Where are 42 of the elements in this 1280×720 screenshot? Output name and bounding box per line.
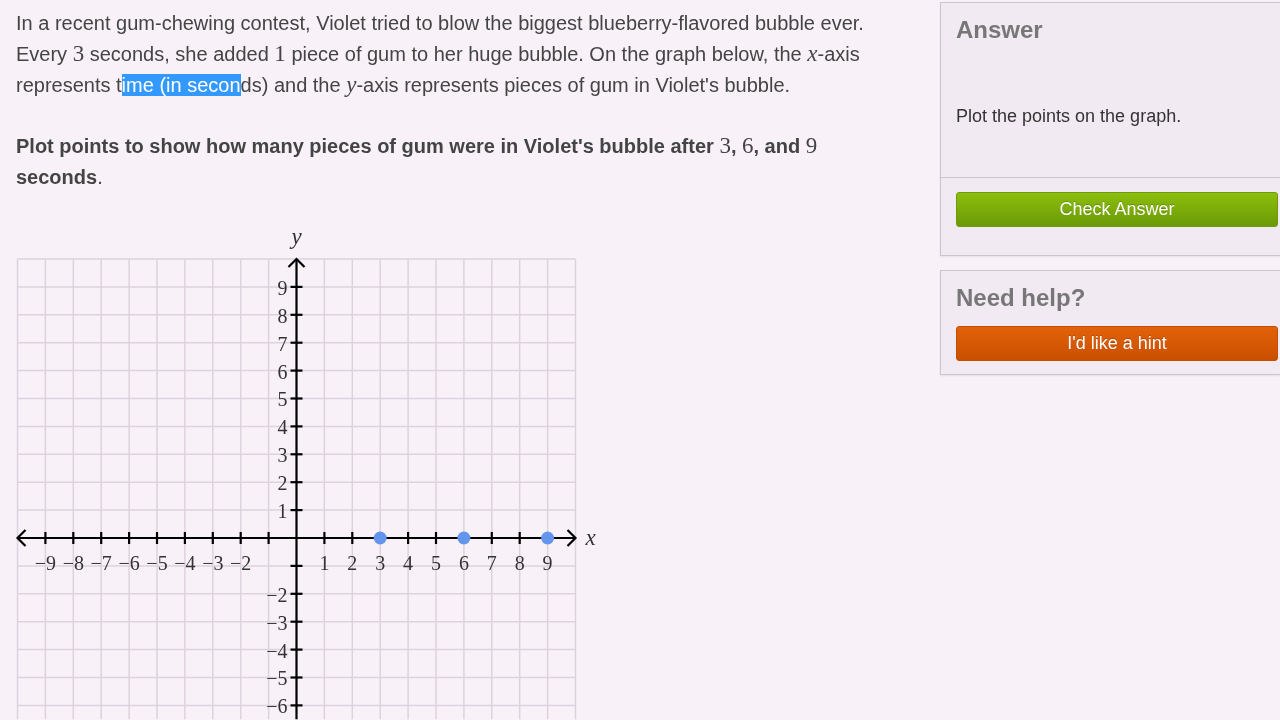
tick-label: −2 bbox=[230, 552, 252, 574]
tick-label: 3 bbox=[277, 444, 288, 467]
tick-label: 8 bbox=[514, 552, 525, 574]
tick-label: −3 bbox=[266, 611, 288, 634]
tick-label: 7 bbox=[486, 552, 497, 574]
tick-label: 3 bbox=[375, 552, 386, 574]
tick-label: 7 bbox=[277, 332, 288, 355]
tick-label: 6 bbox=[277, 360, 288, 383]
tick-label: −8 bbox=[62, 552, 84, 574]
panel-title: Answer bbox=[956, 15, 1044, 45]
tick-label: −6 bbox=[266, 695, 288, 718]
tick-label: 1 bbox=[277, 500, 288, 523]
tick-label: 9 bbox=[542, 552, 553, 574]
tick-label: −3 bbox=[202, 552, 224, 574]
plot-point[interactable] bbox=[541, 531, 555, 545]
tick-label: 2 bbox=[277, 472, 288, 495]
tick-label: −5 bbox=[146, 552, 168, 574]
check-answer-button[interactable]: Check Answer bbox=[956, 192, 1278, 227]
tick-label: 5 bbox=[277, 388, 288, 411]
answer-prompt: Plot the points on the graph. bbox=[956, 105, 1183, 128]
axis-label: x bbox=[585, 525, 596, 551]
tick-label: 8 bbox=[277, 304, 288, 327]
tick-label: 5 bbox=[431, 552, 441, 574]
tick-label: 4 bbox=[403, 552, 414, 574]
tick-label: −5 bbox=[266, 667, 288, 690]
panel-title: Need help? bbox=[956, 283, 1087, 313]
plot-point[interactable] bbox=[373, 531, 387, 545]
tick-label: −4 bbox=[174, 552, 196, 574]
axis-label: y bbox=[291, 224, 302, 250]
tick-label: −2 bbox=[266, 583, 288, 606]
tick-label: 2 bbox=[347, 552, 358, 574]
plot-point[interactable] bbox=[457, 531, 471, 545]
tick-label: −6 bbox=[118, 552, 140, 574]
hint-button[interactable]: I'd like a hint bbox=[956, 326, 1278, 361]
tick-label: 4 bbox=[277, 416, 288, 439]
tick-label: −4 bbox=[266, 639, 288, 662]
tick-label: 6 bbox=[458, 552, 469, 574]
tick-label: −7 bbox=[90, 552, 112, 574]
tick-label: −9 bbox=[34, 552, 57, 574]
tick-label: 1 bbox=[319, 552, 330, 574]
problem-paragraph: Plot points to show how many pieces of gum were in Violet's bubble after 3, 6, and 9 seconds. bbox=[16, 132, 819, 190]
tick-label: 9 bbox=[277, 276, 288, 299]
